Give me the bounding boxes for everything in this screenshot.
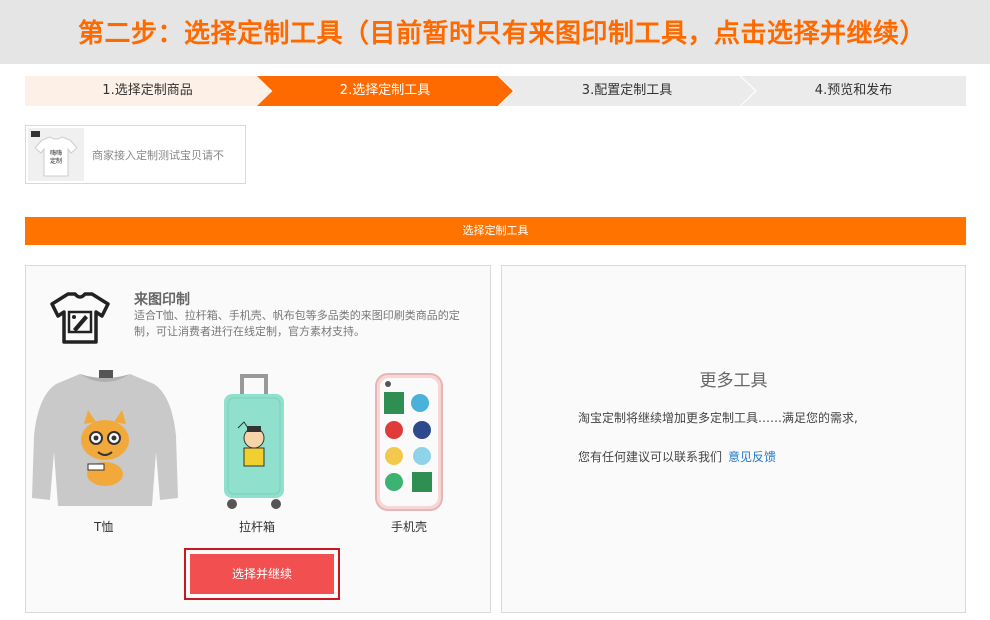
product-name: 商家接入定制测试宝贝请不 — [92, 149, 224, 162]
page-title: 第二步：选择定制工具（目前暂时只有来图印制工具，点击选择并继续） — [78, 19, 927, 49]
thumb-text-line2: 定制 — [50, 157, 62, 165]
sample-sweater-image — [32, 366, 178, 516]
step-4: 4.预览和发布 — [741, 76, 966, 106]
tshirt-thumbnail-icon: 嗨嗨 定制 — [28, 128, 84, 181]
sample-label-tshirt: T恤 — [94, 520, 114, 534]
sample-phonecase-image — [374, 372, 444, 512]
tool-card-image-print[interactable]: 来图印制 适合T恤、拉杆箱、手机壳、帆布包等多品类的来图印刷类商品的定制，可让消… — [25, 265, 491, 613]
product-thumbnail: 嗨嗨 定制 — [28, 128, 84, 181]
contact-text: 您有任何建议可以联系我们 — [578, 450, 723, 464]
select-and-continue-button[interactable]: 选择并继续 — [190, 554, 334, 594]
more-tools-description: 淘宝定制将继续增加更多定制工具……满足您的需求, — [578, 411, 858, 425]
feedback-link[interactable]: 意见反馈 — [728, 450, 776, 464]
sample-label-suitcase: 拉杆箱 — [239, 520, 276, 534]
sample-label-phonecase: 手机壳 — [391, 520, 428, 534]
more-tools-contact: 您有任何建议可以联系我们 意见反馈 — [578, 448, 776, 465]
more-tools-title: 更多工具 — [699, 371, 768, 391]
sweater-image — [32, 370, 178, 506]
step-1: 1.选择定制商品 — [25, 76, 270, 106]
thumb-text-line1: 嗨嗨 — [50, 149, 62, 157]
selected-product-card: 嗨嗨 定制 商家接入定制测试宝贝请不 — [25, 125, 246, 184]
section-header: 选择定制工具 — [25, 217, 966, 245]
step-3: 3.配置定制工具 — [499, 76, 755, 106]
page-banner: 第二步：选择定制工具（目前暂时只有来图印制工具，点击选择并继续） — [0, 0, 990, 64]
tool-title: 来图印制 — [134, 292, 190, 308]
tshirt-brush-icon — [50, 292, 110, 344]
cta-highlight-frame: 选择并继续 — [184, 548, 340, 600]
sample-suitcase-image — [214, 374, 294, 514]
more-tools-card: 更多工具 淘宝定制将继续增加更多定制工具……满足您的需求, 您有任何建议可以联系… — [501, 265, 966, 613]
progress-steps: 1.选择定制商品 3.配置定制工具 4.预览和发布 2.选择定制工具 — [25, 76, 966, 106]
phonecase-image — [375, 373, 443, 511]
step-2-active: 2.选择定制工具 — [257, 76, 513, 106]
suitcase-image — [224, 374, 284, 509]
tool-description: 适合T恤、拉杆箱、手机壳、帆布包等多品类的来图印刷类商品的定制，可让消费者进行在… — [134, 309, 460, 338]
